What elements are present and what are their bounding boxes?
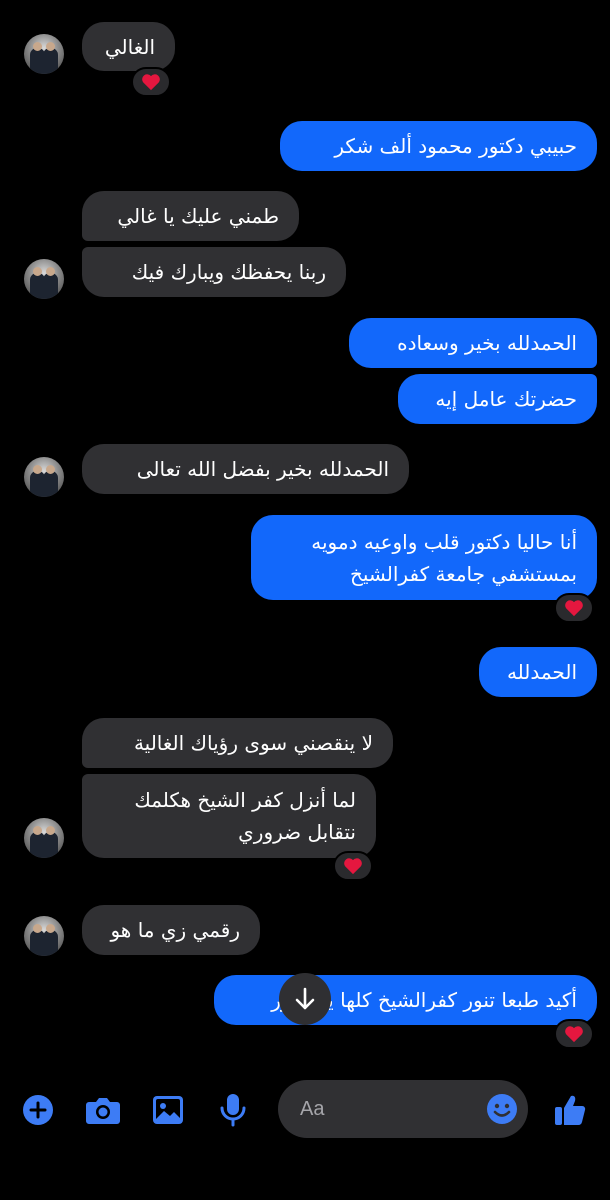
contact-avatar[interactable]	[24, 818, 64, 858]
message-bubble-incoming[interactable]: ربنا يحفظك ويبارك فيك	[82, 247, 346, 297]
message-input-placeholder: Aa	[300, 1097, 325, 1120]
gallery-button[interactable]	[150, 1092, 186, 1128]
message-text: الغالي	[104, 34, 155, 59]
emoji-icon	[487, 1094, 517, 1124]
heart-icon	[565, 600, 583, 617]
message-text: طمني عليك يا غالي	[117, 204, 279, 228]
message-bubble-incoming[interactable]: الغالي	[82, 22, 175, 71]
message-bubble-incoming[interactable]: رقمي زي ما هو	[82, 905, 260, 955]
message-bubble-incoming[interactable]: الحمدلله بخير بفضل الله تعالى	[82, 444, 409, 494]
reaction-badge[interactable]	[554, 1019, 594, 1049]
heart-icon	[142, 74, 160, 91]
microphone-icon	[220, 1094, 246, 1127]
camera-icon	[86, 1098, 120, 1124]
reaction-badge[interactable]	[333, 851, 373, 881]
like-button[interactable]	[552, 1092, 588, 1128]
reaction-badge[interactable]	[131, 67, 171, 97]
message-text-line: بمستشفي جامعة كفرالشيخ	[349, 561, 577, 586]
message-text-line: نتقابل ضروري	[238, 820, 356, 844]
message-text: حضرتك عامل إيه	[435, 387, 577, 411]
message-input[interactable]: Aa	[278, 1080, 528, 1138]
heart-icon	[344, 858, 362, 875]
scroll-to-bottom-button[interactable]	[279, 973, 331, 1025]
message-composer: Aa	[0, 1070, 610, 1150]
message-bubble-outgoing[interactable]: أنا حاليا دكتور قلب واوعيه دمويه بمستشفي…	[251, 515, 597, 600]
message-bubble-incoming[interactable]: طمني عليك يا غالي	[82, 191, 299, 241]
plus-button[interactable]	[20, 1092, 56, 1128]
message-bubble-outgoing[interactable]: الحمدلله بخير وسعاده	[349, 318, 597, 368]
contact-avatar[interactable]	[24, 259, 64, 299]
contact-avatar[interactable]	[24, 34, 64, 74]
message-text: رقمي زي ما هو	[110, 918, 240, 942]
message-text-line: أنا حاليا دكتور قلب واوعيه دمويه	[311, 529, 577, 554]
arrow-down-icon	[295, 987, 315, 1010]
message-bubble-outgoing[interactable]: حضرتك عامل إيه	[398, 374, 597, 424]
camera-button[interactable]	[85, 1092, 121, 1128]
emoji-button[interactable]	[486, 1093, 518, 1131]
message-text: الحمدلله بخير وسعاده	[397, 331, 577, 355]
message-bubble-outgoing[interactable]: الحمدلله	[479, 647, 597, 697]
message-bubble-outgoing[interactable]: حبيبي دكتور محمود ألف شكر	[280, 121, 597, 171]
message-bubble-incoming[interactable]: لا ينقصني سوى رؤياك الغالية	[82, 718, 393, 768]
message-text-line: لما أنزل كفر الشيخ هكلمك	[134, 788, 356, 812]
message-bubble-outgoing[interactable]: أكيد طبعا تنور كفرالشيخ كلها يا دكتور	[214, 975, 597, 1025]
contact-avatar[interactable]	[24, 457, 64, 497]
message-text: لا ينقصني سوى رؤياك الغالية	[133, 731, 373, 755]
message-text: الحمدلله	[506, 660, 577, 684]
reaction-badge[interactable]	[554, 593, 594, 623]
microphone-button[interactable]	[215, 1092, 251, 1128]
message-bubble-incoming[interactable]: لما أنزل كفر الشيخ هكلمك نتقابل ضروري	[82, 774, 376, 858]
plus-icon	[23, 1095, 53, 1125]
message-text: الحمدلله بخير بفضل الله تعالى	[136, 457, 389, 481]
contact-avatar[interactable]	[24, 916, 64, 956]
thumbs-up-icon	[555, 1095, 586, 1126]
message-text: حبيبي دكتور محمود ألف شكر	[334, 134, 577, 158]
gallery-icon	[153, 1096, 183, 1124]
heart-icon	[565, 1026, 583, 1043]
message-text: ربنا يحفظك ويبارك فيك	[131, 260, 326, 284]
